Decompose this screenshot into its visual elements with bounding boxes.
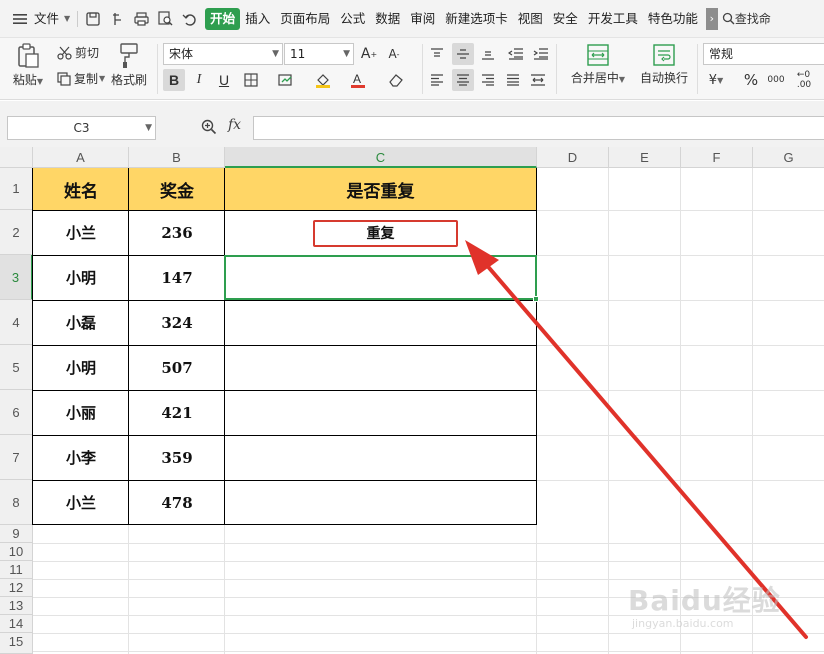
merge-cells-icon xyxy=(587,44,609,66)
fill-color-icon[interactable] xyxy=(312,69,334,91)
cut-label: 剪切 xyxy=(75,46,100,60)
paste-icon xyxy=(18,43,39,68)
ribbon-divider xyxy=(422,44,423,94)
copy-label: 复制 xyxy=(74,72,99,86)
percent-icon[interactable]: % xyxy=(740,69,762,91)
search-command[interactable]: 查找命 xyxy=(722,10,771,27)
tab-insert[interactable]: 插入 xyxy=(240,8,275,30)
tab-home[interactable]: 开始 xyxy=(205,7,241,30)
font-color-icon[interactable]: A xyxy=(347,69,369,91)
increase-font-icon[interactable]: A + xyxy=(358,43,380,65)
chevron-down-icon: ▼ xyxy=(99,74,106,83)
font-size-value: 11 xyxy=(290,47,306,61)
name-box-value: C3 xyxy=(73,121,90,135)
increase-indent-icon[interactable] xyxy=(530,43,552,65)
menu-bar: 文件 ▼ 开始 插入 页面布局 公式 数据 审阅 新建选项卡 视图 安全 开发工… xyxy=(0,0,824,38)
format-painter-icon xyxy=(120,43,138,68)
name-box[interactable]: C3 ▼ xyxy=(7,116,156,140)
decrease-font-icon[interactable]: A- xyxy=(383,43,405,65)
tab-security[interactable]: 安全 xyxy=(548,8,583,30)
distributed-icon[interactable] xyxy=(527,69,549,91)
increase-decimal-icon[interactable]: ←0.00 xyxy=(793,69,815,91)
ribbon-divider xyxy=(157,44,158,94)
scissors-icon xyxy=(57,46,72,60)
copy-icon xyxy=(57,71,71,86)
number-format-select[interactable]: 常规 xyxy=(703,43,824,65)
undo-icon[interactable] xyxy=(177,7,201,31)
arrow-head xyxy=(465,240,499,275)
font-name-value: 宋体 xyxy=(169,47,194,61)
currency-icon[interactable]: ¥ ▼ xyxy=(705,69,727,91)
tab-formulas[interactable]: 公式 xyxy=(335,8,370,30)
thousands-icon[interactable]: 000 xyxy=(765,69,787,91)
formula-input[interactable] xyxy=(253,116,824,140)
tab-review[interactable]: 审阅 xyxy=(405,8,440,30)
print-preview-icon[interactable] xyxy=(153,7,177,31)
paste-button[interactable]: 粘贴▼ xyxy=(8,43,48,88)
chevron-down-icon: ▼ xyxy=(145,123,152,133)
tab-view[interactable]: 视图 xyxy=(513,8,548,30)
align-left-icon[interactable] xyxy=(426,69,448,91)
tab-developer[interactable]: 开发工具 xyxy=(583,8,643,30)
align-bottom-icon[interactable] xyxy=(477,43,499,65)
ribbon-toolbar: 粘贴▼ 剪切 复制 ▼ 格式刷 宋体 ▼ 11 ▼ A+ A- B I U A xyxy=(0,38,824,100)
merge-center-button[interactable]: 合并居中▼ xyxy=(567,43,629,86)
font-name-select[interactable]: 宋体 ▼ xyxy=(163,43,283,65)
ribbon-divider xyxy=(697,44,698,94)
wrap-text-button[interactable]: 自动换行 xyxy=(638,43,690,86)
export-icon[interactable] xyxy=(105,7,129,31)
more-tabs-chevron-icon[interactable]: › xyxy=(705,7,718,30)
menu-divider xyxy=(77,10,79,27)
italic-button[interactable]: I xyxy=(188,69,210,91)
annotation-arrow xyxy=(465,240,808,639)
search-label: 查找命 xyxy=(734,12,771,26)
tab-new-tab[interactable]: 新建选项卡 xyxy=(440,8,513,30)
font-size-select[interactable]: 11 ▼ xyxy=(284,43,354,65)
baidu-watermark: Baidu经验 jingyan.baidu.com xyxy=(628,579,781,630)
number-format-value: 常规 xyxy=(709,47,734,61)
paste-label: 粘贴▼ xyxy=(12,73,44,87)
underline-button[interactable]: U xyxy=(213,69,235,91)
borders-icon[interactable] xyxy=(240,69,262,91)
decrease-indent-icon[interactable] xyxy=(505,43,527,65)
format-painter-label: 格式刷 xyxy=(110,73,147,87)
format-painter-button[interactable]: 格式刷 xyxy=(108,43,150,88)
formula-bar: C3 ▼ fx xyxy=(0,101,824,147)
cut-button[interactable]: 剪切 xyxy=(57,44,99,61)
ribbon-divider xyxy=(556,44,557,94)
align-right-icon[interactable] xyxy=(477,69,499,91)
chevron-down-icon: ▼ xyxy=(272,49,279,59)
clear-format-icon[interactable] xyxy=(385,69,407,91)
cell-style-icon[interactable] xyxy=(275,69,297,91)
chevron-down-icon: ▼ xyxy=(343,49,350,59)
tab-data[interactable]: 数据 xyxy=(370,8,405,30)
justify-icon[interactable] xyxy=(502,69,524,91)
wrap-text-label: 自动换行 xyxy=(639,71,688,85)
search-icon xyxy=(722,12,735,25)
align-center-icon[interactable] xyxy=(452,69,474,91)
watermark-brand: Baidu经验 xyxy=(628,584,781,617)
tab-special[interactable]: 特色功能 xyxy=(643,8,703,30)
tab-page-layout[interactable]: 页面布局 xyxy=(275,8,335,30)
align-top-icon[interactable] xyxy=(426,43,448,65)
wrap-text-icon xyxy=(653,44,675,66)
chevron-down-icon[interactable]: ▼ xyxy=(64,14,70,23)
merge-center-label: 合并居中▼ xyxy=(570,71,626,85)
spreadsheet-grid: A B C D E F G 1 2 3 4 5 6 7 8 9 10 11 12… xyxy=(0,147,824,654)
save-icon[interactable] xyxy=(81,7,105,31)
hamburger-icon[interactable] xyxy=(8,7,32,31)
menu-file[interactable]: 文件 xyxy=(32,8,64,30)
copy-button[interactable]: 复制 ▼ xyxy=(57,70,105,87)
bold-button[interactable]: B xyxy=(163,69,185,91)
align-middle-icon[interactable] xyxy=(452,43,474,65)
insert-function-button[interactable]: fx xyxy=(228,117,241,133)
zoom-icon[interactable] xyxy=(201,119,217,138)
svg-text:A: A xyxy=(353,72,361,86)
print-icon[interactable] xyxy=(129,7,153,31)
